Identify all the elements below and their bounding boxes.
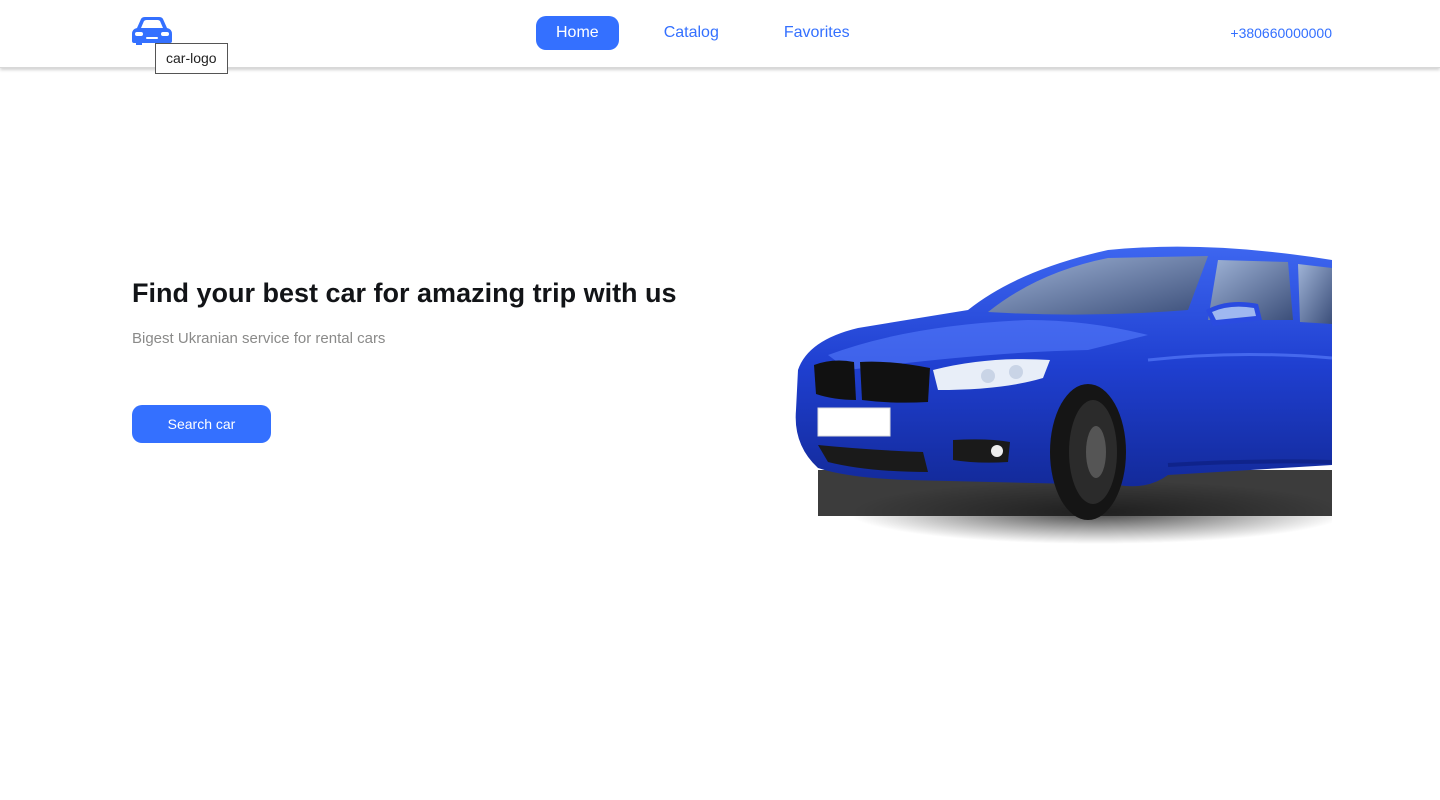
- site-header: car-logo Home Catalog Favorites +3806600…: [0, 0, 1440, 74]
- hero-car-image: [788, 240, 1348, 550]
- phone-link[interactable]: +380660000000: [1230, 23, 1332, 43]
- nav-home-link[interactable]: Home: [536, 16, 619, 50]
- main-nav: Home Catalog Favorites: [536, 16, 895, 50]
- hero-subtitle: Bigest Ukranian service for rental cars: [132, 330, 386, 347]
- car-logo-icon[interactable]: [131, 16, 173, 46]
- logo-tooltip: car-logo: [155, 43, 228, 74]
- hero-title: Find your best car for amazing trip with…: [132, 278, 677, 308]
- nav-favorites-link[interactable]: Favorites: [764, 16, 870, 50]
- nav-catalog-link[interactable]: Catalog: [644, 16, 739, 50]
- search-car-button[interactable]: Search car: [132, 405, 271, 443]
